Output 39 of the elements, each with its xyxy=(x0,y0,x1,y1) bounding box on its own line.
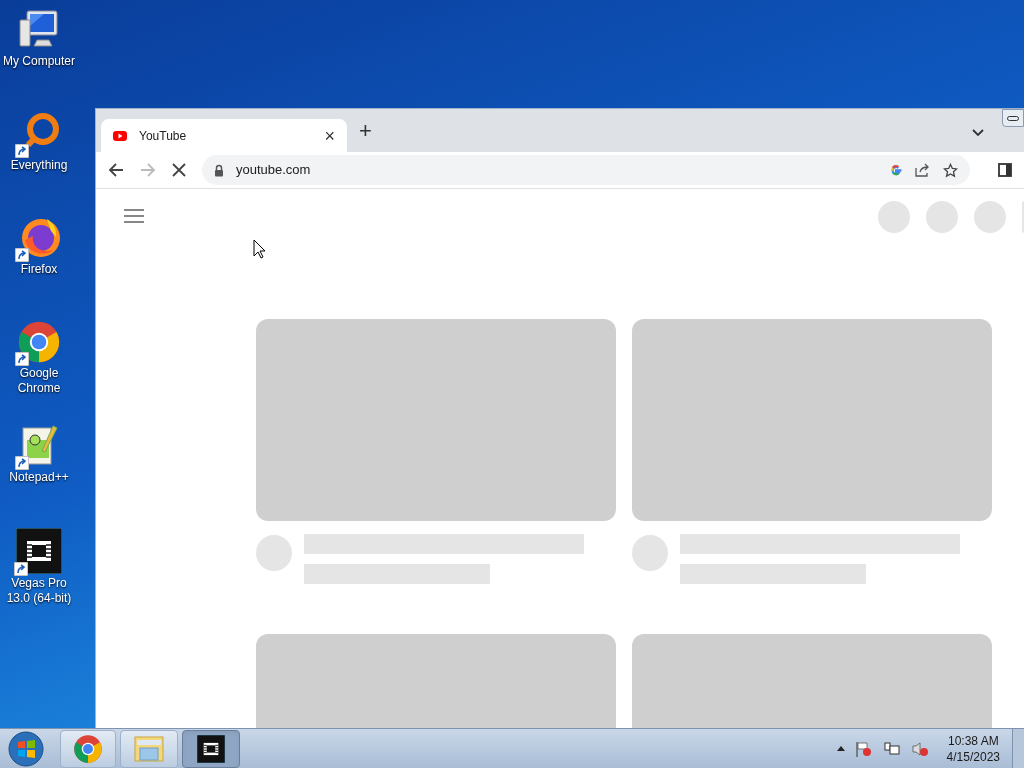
new-tab-button[interactable]: + xyxy=(359,120,372,142)
clock-time[interactable]: 10:38 AM xyxy=(947,732,999,749)
desktop-icon-label[interactable]: Vegas Pro 13.0 (64-bit) xyxy=(1,576,77,606)
desktop-icon-label[interactable]: Firefox xyxy=(1,262,77,277)
star-icon[interactable] xyxy=(943,162,958,178)
minimize-button[interactable] xyxy=(1002,109,1024,127)
tab-list-icon[interactable] xyxy=(972,129,984,137)
mouse-cursor xyxy=(253,239,266,259)
taskbar-button[interactable] xyxy=(182,729,240,768)
avatar-placeholder xyxy=(632,535,668,571)
desktop-icon-label[interactable]: Everything xyxy=(1,158,77,173)
google-icon[interactable] xyxy=(889,163,903,177)
back-icon[interactable] xyxy=(108,162,124,178)
menu-icon[interactable] xyxy=(124,209,144,223)
chrome-icon[interactable] xyxy=(17,320,61,364)
url-text: youtube.com xyxy=(236,161,312,180)
speaker-muted-icon[interactable] xyxy=(910,740,929,757)
browser-tab[interactable]: YouTube × xyxy=(101,119,347,152)
lock-icon xyxy=(214,163,224,177)
film-icon[interactable] xyxy=(16,528,62,574)
stop-loading-icon[interactable] xyxy=(172,163,186,177)
folder-icon xyxy=(133,734,165,763)
desktop-icon-label[interactable]: Notepad++ xyxy=(1,470,77,485)
clock-date[interactable]: 4/15/2023 xyxy=(946,748,1000,765)
side-panel-icon[interactable] xyxy=(998,163,1012,177)
chrome-icon xyxy=(73,733,103,764)
avatar-placeholder xyxy=(256,535,292,571)
tab-close-button[interactable]: × xyxy=(324,126,335,145)
address-bar[interactable]: youtube.com xyxy=(202,155,970,185)
network-icon[interactable] xyxy=(882,740,901,757)
tab-title: YouTube xyxy=(139,127,188,145)
desktop-icon-label[interactable]: Google Chrome xyxy=(1,366,77,396)
film-icon xyxy=(197,734,225,763)
share-icon[interactable] xyxy=(915,163,931,177)
desktop-icon-label[interactable]: My Computer xyxy=(1,54,77,69)
flag-error-icon[interactable] xyxy=(854,740,873,757)
show-hidden-icons-icon[interactable] xyxy=(836,746,845,751)
start-button[interactable] xyxy=(8,730,44,767)
youtube-favicon-icon xyxy=(113,130,127,141)
